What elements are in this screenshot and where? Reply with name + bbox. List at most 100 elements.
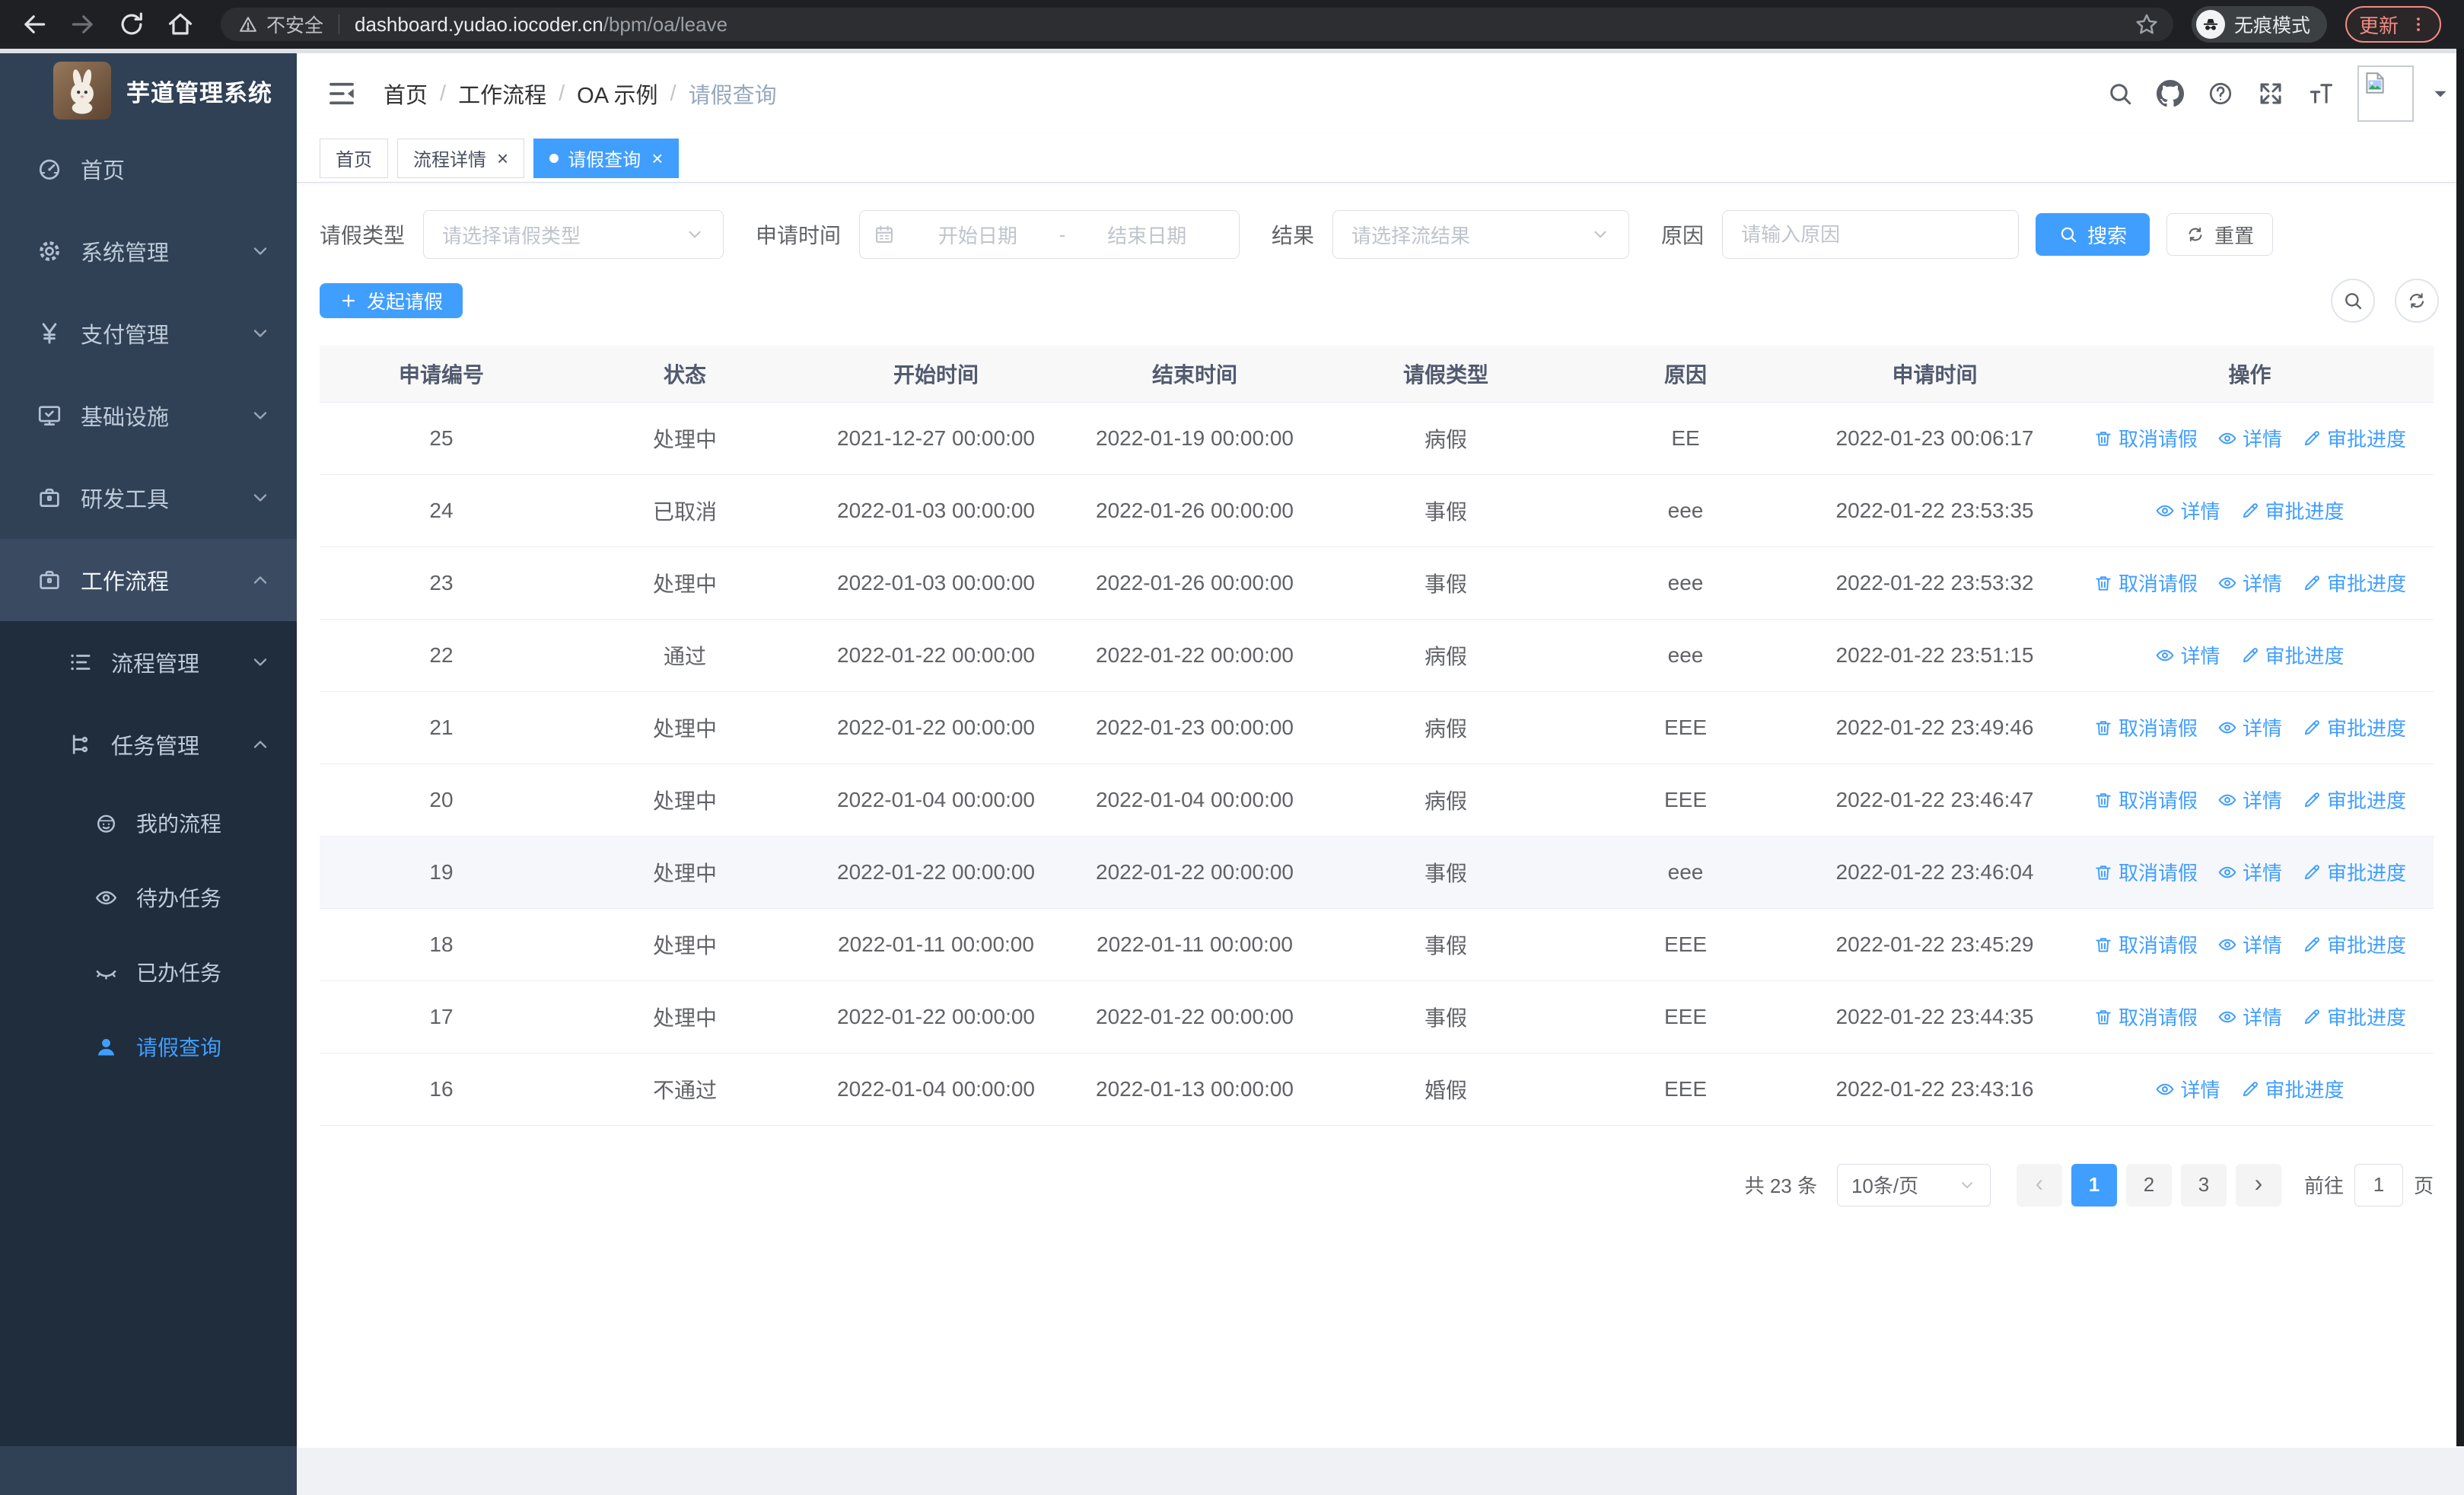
sidebar-item-payment[interactable]: 支付管理 — [0, 292, 297, 375]
search-icon[interactable] — [2106, 80, 2134, 107]
progress-action-link[interactable]: 审批进度 — [2240, 496, 2345, 524]
progress-action-link[interactable]: 审批进度 — [2302, 424, 2406, 452]
cancel-action-link[interactable]: 取消请假 — [2093, 569, 2198, 597]
cell-apply_time: 2022-01-22 23:51:15 — [1803, 619, 2066, 692]
cancel-action-link[interactable]: 取消请假 — [2093, 786, 2198, 814]
progress-action-link[interactable]: 审批进度 — [2302, 569, 2406, 597]
eye-icon — [2217, 862, 2237, 882]
detail-action-link[interactable]: 详情 — [2217, 858, 2282, 886]
detail-action-link[interactable]: 详情 — [2217, 1003, 2282, 1031]
chrome-update-button[interactable]: 更新 — [2345, 6, 2441, 43]
reason-input[interactable] — [1722, 210, 2020, 259]
detail-action-link[interactable]: 详情 — [2217, 786, 2282, 814]
sidebar-item-system[interactable]: 系统管理 — [0, 210, 297, 292]
user-avatar[interactable] — [2357, 65, 2414, 122]
sidebar-item-infrastructure[interactable]: 基础设施 — [0, 375, 297, 457]
cell-apply_time: 2022-01-22 23:46:04 — [1803, 836, 2066, 909]
progress-action-link[interactable]: 审批进度 — [2302, 786, 2406, 814]
eye-icon — [2217, 790, 2237, 810]
next-page-button[interactable]: › — [2235, 1163, 2281, 1207]
result-select[interactable]: 请选择流结果 — [1332, 210, 1630, 259]
browser-scrollbar[interactable] — [2456, 49, 2464, 1446]
detail-action-link[interactable]: 详情 — [2155, 1075, 2220, 1103]
progress-action-link[interactable]: 审批进度 — [2240, 641, 2345, 669]
browser-back-button[interactable] — [20, 10, 49, 39]
delete-icon — [2093, 790, 2113, 810]
progress-action-link[interactable]: 审批进度 — [2240, 1075, 2345, 1103]
page-size-select[interactable]: 10条/页 — [1836, 1163, 1991, 1207]
cancel-action-link[interactable]: 取消请假 — [2093, 713, 2198, 741]
caret-down-icon[interactable] — [2431, 84, 2450, 104]
github-icon[interactable] — [2157, 80, 2184, 107]
cancel-action-link[interactable]: 取消请假 — [2093, 424, 2198, 452]
progress-action-link[interactable]: 审批进度 — [2302, 930, 2406, 958]
progress-action-link[interactable]: 审批进度 — [2302, 1003, 2406, 1031]
detail-action-link[interactable]: 详情 — [2155, 496, 2220, 524]
page-unit-label: 页 — [2413, 1175, 2434, 1197]
leave-type-select[interactable]: 请选择请假类型 — [423, 210, 724, 259]
tab-leave-query[interactable]: 请假查询 × — [533, 138, 680, 178]
url-host: dashboard.yudao.iocoder.cn — [355, 12, 603, 36]
detail-action-link[interactable]: 详情 — [2217, 930, 2282, 958]
security-label[interactable]: 不安全 — [266, 11, 323, 38]
search-button[interactable]: 搜索 — [2036, 213, 2150, 256]
detail-action-link[interactable]: 详情 — [2217, 713, 2282, 741]
breadcrumb-item[interactable]: 首页 — [384, 78, 428, 110]
sidebar-item-todo-tasks[interactable]: 待办任务 — [0, 860, 297, 935]
sidebar-item-done-tasks[interactable]: 已办任务 — [0, 935, 297, 1009]
tab-process-detail[interactable]: 流程详情 × — [397, 138, 525, 178]
sidebar-item-my-process[interactable]: 我的流程 — [0, 786, 297, 860]
address-bar[interactable]: 不安全 dashboard.yudao.iocoder.cn/bpm/oa/le… — [221, 8, 2173, 41]
tab-home[interactable]: 首页 — [320, 138, 388, 178]
page-button-2[interactable]: 2 — [2125, 1163, 2172, 1207]
detail-action-link[interactable]: 详情 — [2217, 569, 2282, 597]
cancel-action-link[interactable]: 取消请假 — [2093, 1003, 2198, 1031]
cancel-action-link[interactable]: 取消请假 — [2093, 930, 2198, 958]
table-row: 21 处理中 2022-01-22 00:00:00 2022-01-23 00:00… — [320, 691, 2434, 764]
sidebar-collapse-icon[interactable] — [326, 78, 358, 110]
sidebar-item-process-management[interactable]: 流程管理 — [0, 621, 297, 703]
progress-action-link[interactable]: 审批进度 — [2302, 713, 2406, 741]
cell-type: 事假 — [1324, 836, 1568, 909]
sidebar-item-label: 首页 — [81, 159, 126, 183]
sidebar-item-home[interactable]: 首页 — [0, 128, 297, 210]
incognito-label: 无痕模式 — [2234, 15, 2311, 37]
toggle-search-button[interactable] — [2331, 279, 2375, 323]
cell-end: 2022-01-23 00:00:00 — [1065, 691, 1324, 764]
reset-button[interactable]: 重置 — [2166, 213, 2274, 256]
delete-icon — [2093, 935, 2113, 955]
sidebar-item-workflow[interactable]: 工作流程 — [0, 539, 297, 621]
prev-page-button[interactable]: ‹ — [2016, 1163, 2062, 1207]
font-size-icon[interactable] — [2307, 80, 2335, 107]
page-button-3[interactable]: 3 — [2180, 1163, 2227, 1207]
sidebar-item-leave-query[interactable]: 请假查询 — [0, 1009, 297, 1084]
cell-actions: 取消请假 详情 审批进度 — [2066, 908, 2434, 981]
close-icon[interactable]: × — [497, 148, 508, 168]
close-icon[interactable]: × — [651, 148, 663, 168]
cell-start: 2022-01-04 00:00:00 — [807, 763, 1065, 837]
page-button-1[interactable]: 1 — [2071, 1163, 2117, 1207]
sidebar-item-task-management[interactable]: 任务管理 — [0, 703, 297, 786]
refresh-table-button[interactable] — [2395, 279, 2439, 323]
kebab-menu-icon[interactable] — [2409, 15, 2427, 33]
help-icon[interactable] — [2207, 80, 2234, 107]
fullscreen-icon[interactable] — [2257, 80, 2284, 107]
sidebar: 芋道管理系统 首页 系统管理 支付管理 基础设施 研发工具 工作流程 流程管理 … — [0, 53, 297, 1495]
date-range-picker[interactable]: 开始日期 - 结束日期 — [859, 210, 1240, 259]
breadcrumb-item[interactable]: OA 示例 — [577, 78, 657, 110]
detail-action-link[interactable]: 详情 — [2217, 424, 2282, 452]
browser-reload-button[interactable] — [117, 10, 146, 39]
edit-icon — [2302, 790, 2322, 810]
sidebar-item-label: 已办任务 — [136, 961, 222, 985]
bookmark-star-icon[interactable] — [2134, 11, 2160, 37]
cancel-action-link[interactable]: 取消请假 — [2093, 858, 2198, 886]
goto-page-input[interactable] — [2354, 1163, 2403, 1207]
breadcrumb-item[interactable]: 工作流程 — [458, 78, 546, 110]
browser-forward-button[interactable] — [68, 10, 97, 39]
create-leave-button[interactable]: 发起请假 — [320, 283, 463, 318]
sidebar-item-devtools[interactable]: 研发工具 — [0, 457, 297, 539]
detail-action-link[interactable]: 详情 — [2155, 641, 2220, 669]
filter-result: 结果 请选择流结果 — [1272, 210, 1630, 259]
browser-home-button[interactable] — [166, 10, 195, 39]
progress-action-link[interactable]: 审批进度 — [2302, 858, 2406, 886]
